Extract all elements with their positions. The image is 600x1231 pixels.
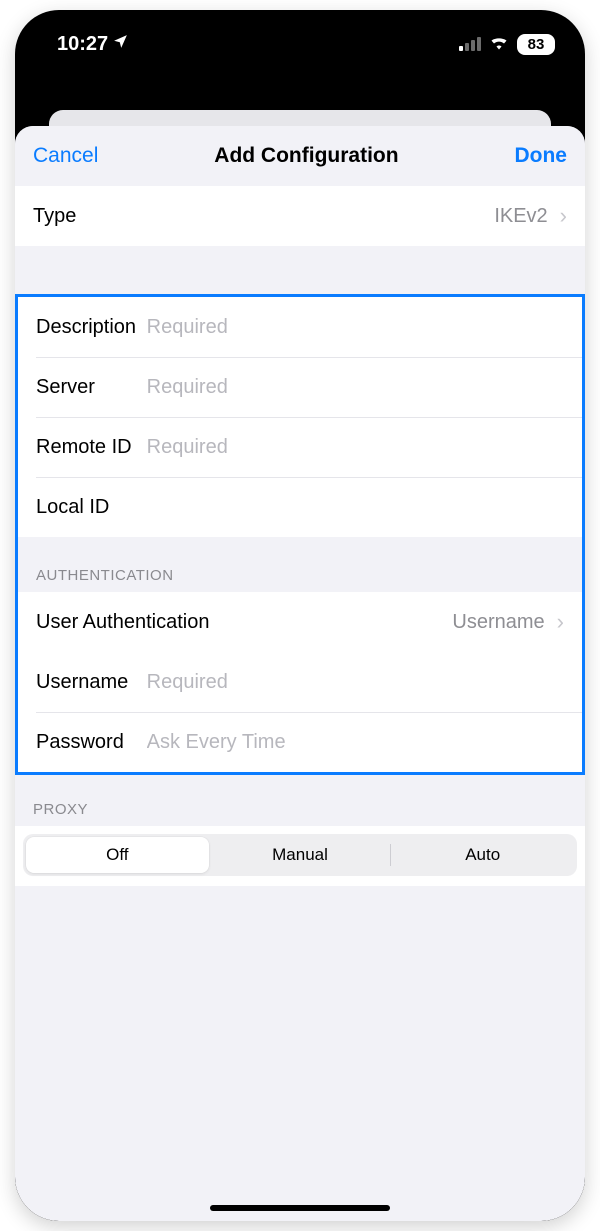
modal-sheet: Cancel Add Configuration Done Type IKEv2… [15,126,585,1221]
proxy-option-auto[interactable]: Auto [391,837,574,873]
spacer [15,246,585,294]
home-indicator[interactable] [210,1205,390,1211]
description-row[interactable]: Description [18,297,582,357]
cellular-icon [459,37,481,51]
type-value: IKEv2 [494,205,547,228]
cancel-button[interactable]: Cancel [33,144,98,168]
authentication-header: AUTHENTICATION [18,537,582,592]
user-authentication-row[interactable]: User Authentication Username › [18,592,582,652]
server-row[interactable]: Server [36,357,582,417]
device-frame: 10:27 83 Cancel Add Configuration Done T… [15,10,585,1221]
chevron-right-icon: › [557,609,564,635]
local-id-label: Local ID [36,496,147,519]
page-title: Add Configuration [214,144,398,168]
description-input[interactable] [147,316,564,339]
user-authentication-label: User Authentication [36,611,209,634]
username-input[interactable] [147,671,564,694]
description-label: Description [36,316,147,339]
status-time: 10:27 [57,33,108,56]
remote-id-row[interactable]: Remote ID [36,417,582,477]
username-row[interactable]: Username [18,652,582,712]
proxy-option-manual[interactable]: Manual [209,837,392,873]
done-button[interactable]: Done [514,144,567,168]
nav-bar: Cancel Add Configuration Done [15,126,585,186]
username-label: Username [36,671,147,694]
type-row[interactable]: Type IKEv2 › [15,186,585,246]
server-input[interactable] [147,376,564,399]
status-bar: 10:27 83 [15,10,585,64]
proxy-header: PROXY [15,775,585,826]
password-label: Password [36,731,147,754]
local-id-input[interactable] [147,496,564,519]
server-label: Server [36,376,147,399]
local-id-row[interactable]: Local ID [36,477,582,537]
password-row[interactable]: Password [36,712,582,772]
proxy-option-off[interactable]: Off [26,837,209,873]
battery-indicator: 83 [517,34,555,55]
type-label: Type [33,205,173,228]
location-icon [112,33,129,56]
chevron-right-icon: › [560,203,567,229]
type-group: Type IKEv2 › [15,186,585,246]
password-input[interactable] [147,731,564,754]
remote-id-label: Remote ID [36,436,147,459]
remote-id-input[interactable] [147,436,564,459]
wifi-icon [489,33,509,56]
highlighted-configuration: Description Server Remote ID Local ID AU [15,294,585,775]
user-authentication-value: Username [452,611,544,634]
proxy-segmented-control[interactable]: Off Manual Auto [23,834,577,876]
